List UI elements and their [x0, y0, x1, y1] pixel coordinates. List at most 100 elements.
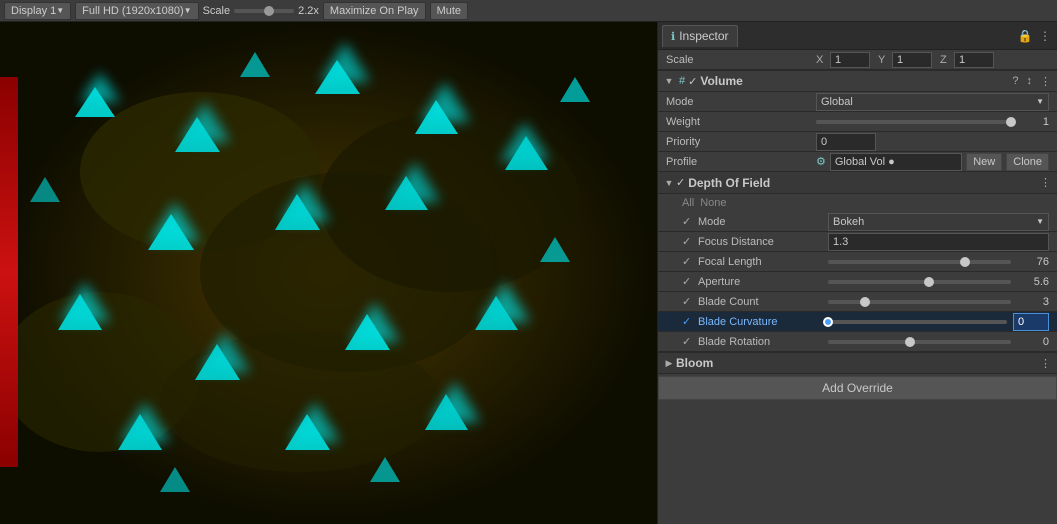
volume-preset-button[interactable]: ↕ [1025, 75, 1035, 87]
inspector-body: Scale X Y Z [658, 50, 1057, 524]
aperture-check[interactable]: ✓ [682, 275, 696, 288]
dof-mode-check[interactable]: ✓ [682, 215, 696, 228]
bloom-header[interactable]: ▶ Bloom ⋮ [658, 352, 1057, 374]
blade-rotation-row: ✓ Blade Rotation 0 [658, 332, 1057, 352]
blade-count-value: 3 [828, 296, 1049, 308]
display-selector[interactable]: Display 1 [4, 2, 71, 20]
scale-slider[interactable] [234, 9, 294, 13]
weight-label: Weight [666, 116, 816, 128]
new-profile-button[interactable]: New [966, 153, 1002, 171]
focus-distance-input[interactable] [828, 233, 1049, 251]
priority-label: Priority [666, 136, 816, 148]
profile-icon: ⚙ [816, 155, 826, 168]
aperture-value: 5.6 [828, 276, 1049, 288]
x-label: X [816, 54, 828, 66]
profile-label: Profile [666, 156, 816, 168]
bloom-menu-button[interactable]: ⋮ [1038, 357, 1053, 370]
focus-distance-row: ✓ Focus Distance [658, 232, 1057, 252]
dof-mode-label: Mode [698, 216, 828, 228]
blade-curvature-value [828, 313, 1049, 331]
aperture-label: Aperture [698, 276, 828, 288]
mute-button[interactable]: Mute [430, 2, 468, 20]
game-view [0, 22, 657, 524]
dof-mode-dropdown[interactable]: Bokeh [828, 213, 1049, 231]
scale-y-field: Y [878, 52, 932, 68]
mode-dropdown[interactable]: Global [816, 93, 1049, 111]
focus-distance-check[interactable]: ✓ [682, 235, 696, 248]
scale-y-input[interactable] [892, 52, 932, 68]
aperture-slider[interactable] [828, 280, 1011, 284]
focal-length-display: 76 [1017, 256, 1049, 268]
weight-slider-track[interactable] [816, 120, 1011, 124]
inspector-panel: ℹ Inspector 🔒 ⋮ Scale X Y [657, 22, 1057, 524]
dof-menu-button[interactable]: ⋮ [1038, 176, 1053, 189]
scale-xyz: X Y Z [816, 52, 1049, 68]
focus-distance-value [828, 233, 1049, 251]
info-icon: ℹ [671, 30, 675, 43]
inspector-tab[interactable]: ℹ Inspector [662, 25, 738, 47]
profile-row: Profile ⚙ Global Vol ● New Clone [658, 152, 1057, 172]
z-label: Z [940, 54, 952, 66]
priority-value [816, 133, 1049, 151]
dof-mode-value: Bokeh [828, 213, 1049, 231]
lock-button[interactable]: 🔒 [1017, 28, 1033, 44]
blade-count-slider[interactable] [828, 300, 1011, 304]
none-label[interactable]: None [700, 197, 726, 209]
blade-curvature-check[interactable]: ✓ [682, 315, 696, 328]
blade-curvature-label: Blade Curvature [698, 316, 828, 328]
resolution-selector[interactable]: Full HD (1920x1080) [75, 2, 198, 20]
focal-length-slider[interactable] [828, 260, 1011, 264]
blade-curvature-slider[interactable] [828, 320, 1007, 324]
mode-label: Mode [666, 96, 816, 108]
focal-length-check[interactable]: ✓ [682, 255, 696, 268]
toolbar: Display 1 Full HD (1920x1080) Scale 2.2x… [0, 0, 1057, 22]
blade-curvature-input[interactable] [1013, 313, 1049, 331]
weight-value-display: 1 [1017, 116, 1049, 128]
focal-length-row: ✓ Focal Length 76 [658, 252, 1057, 272]
volume-title: Volume [700, 74, 1010, 88]
all-label[interactable]: All [682, 197, 694, 209]
add-override-button[interactable]: Add Override [658, 376, 1057, 400]
focus-distance-label: Focus Distance [698, 236, 828, 248]
blade-rotation-check[interactable]: ✓ [682, 335, 696, 348]
maximize-on-play-button[interactable]: Maximize On Play [323, 2, 426, 20]
mode-value: Global [816, 93, 1049, 111]
focal-length-value: 76 [828, 256, 1049, 268]
scale-z-input[interactable] [954, 52, 994, 68]
priority-row: Priority [658, 132, 1057, 152]
weight-row: Weight 1 [658, 112, 1057, 132]
more-options-button[interactable]: ⋮ [1037, 28, 1053, 44]
dof-collapse-icon: ▼ [662, 176, 676, 190]
blade-count-display: 3 [1017, 296, 1049, 308]
volume-section-actions: ? ↕ ⋮ [1010, 75, 1053, 88]
blade-rotation-slider[interactable] [828, 340, 1011, 344]
scale-x-input[interactable] [830, 52, 870, 68]
scene-svg [0, 22, 657, 524]
hash-icon: # [679, 75, 685, 87]
all-none-row: All None [658, 194, 1057, 212]
dof-title: Depth Of Field [688, 176, 1038, 190]
game-scene [0, 22, 657, 524]
y-label: Y [878, 54, 890, 66]
volume-collapse-icon: ▼ [662, 74, 676, 88]
mode-row: Mode Global [658, 92, 1057, 112]
priority-input[interactable] [816, 133, 876, 151]
dof-check: ✓ [676, 176, 685, 189]
blade-count-check[interactable]: ✓ [682, 295, 696, 308]
aperture-row: ✓ Aperture 5.6 [658, 272, 1057, 292]
weight-slider-container: 1 [816, 116, 1049, 128]
volume-check: ✓ [688, 75, 697, 88]
profile-name-display: Global Vol ● [830, 153, 962, 171]
blade-count-label: Blade Count [698, 296, 828, 308]
bloom-title: Bloom [676, 356, 1038, 370]
clone-profile-button[interactable]: Clone [1006, 153, 1049, 171]
volume-menu-button[interactable]: ⋮ [1038, 75, 1053, 88]
volume-section-header[interactable]: ▼ # ✓ Volume ? ↕ ⋮ [658, 70, 1057, 92]
volume-help-button[interactable]: ? [1010, 75, 1020, 87]
dof-header[interactable]: ▼ ✓ Depth Of Field ⋮ [658, 172, 1057, 194]
blade-rotation-label: Blade Rotation [698, 336, 828, 348]
focal-length-label: Focal Length [698, 256, 828, 268]
dof-mode-row: ✓ Mode Bokeh [658, 212, 1057, 232]
scale-label: Scale [666, 54, 816, 66]
blade-curvature-row: ✓ Blade Curvature [658, 312, 1057, 332]
